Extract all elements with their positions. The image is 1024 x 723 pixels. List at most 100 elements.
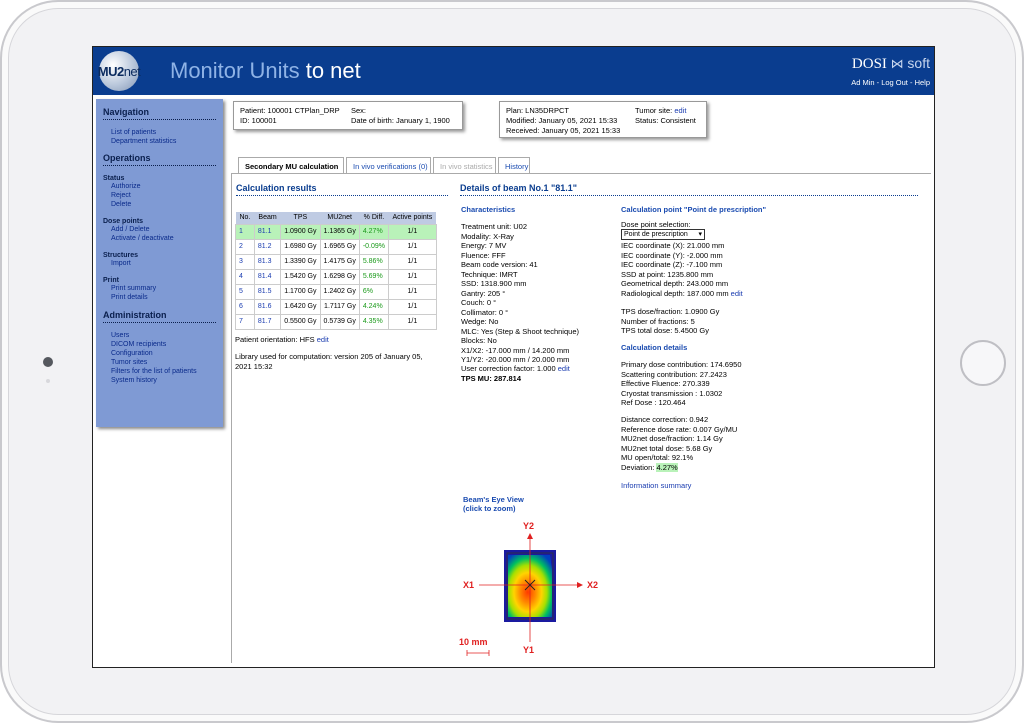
users-link[interactable]: Users [111, 331, 223, 340]
dicom-recipients-link[interactable]: DICOM recipients [111, 340, 223, 349]
col-diff: % Diff. [359, 212, 389, 224]
patient-dob: Date of birth: January 1, 1900 [351, 116, 450, 125]
cell-diff: -0.09% [358, 238, 390, 255]
beams-eye-view[interactable]: Y2 Y1 X1 X2 10 mm [453, 517, 613, 667]
table-row[interactable]: 7 81.7 0.5500 Gy 0.5739 Gy 4.35% 1/1 [235, 313, 437, 330]
table-row[interactable]: 6 81.6 1.6420 Gy 1.7117 Gy 4.24% 1/1 [235, 298, 437, 315]
cell-active: 1/1 [388, 253, 437, 270]
tab-secondary-mu[interactable]: Secondary MU calculation [238, 157, 344, 174]
filters-link[interactable]: Filters for the list of patients [111, 367, 223, 376]
characteristic-item: Blocks: No [461, 336, 497, 345]
department-statistics-link[interactable]: Department statistics [111, 137, 223, 146]
cell-no[interactable]: 2 [235, 238, 255, 255]
tab-history[interactable]: History [498, 157, 530, 174]
tumor-sites-link[interactable]: Tumor sites [111, 358, 223, 367]
cell-no[interactable]: 1 [235, 223, 255, 240]
x1-label: X1 [463, 580, 474, 590]
patient-orientation: Patient orientation: HFS edit [235, 335, 329, 344]
deviation: Deviation: 4.27% [621, 462, 678, 472]
cell-beam[interactable]: 81.7 [253, 313, 282, 330]
cell-beam[interactable]: 81.2 [253, 238, 282, 255]
import-link[interactable]: Import [111, 259, 223, 268]
header-bar: MU2 net Monitor Units to net DOSI ⋈ soft … [93, 47, 934, 95]
administration-heading: Administration [103, 310, 216, 323]
characteristic-item: MLC: Yes (Step & Shoot technique) [461, 326, 579, 336]
calc-detail-item: Scattering contribution: 27.2423 [621, 369, 727, 379]
table-row[interactable]: 4 81.4 1.5420 Gy 1.6298 Gy 5.69% 1/1 [235, 268, 437, 285]
chevron-down-icon: ▾ [698, 231, 702, 238]
col-mu2net: MU2net [320, 212, 360, 224]
fraction-item: Number of fractions: 5 [621, 316, 695, 326]
system-history-link[interactable]: System history [111, 376, 223, 385]
calc-details-lines: Primary dose contribution: 174.6950 Scatt… [621, 360, 742, 408]
reject-link[interactable]: Reject [111, 191, 223, 200]
user-link[interactable]: Ad Min [851, 78, 874, 87]
cell-tps: 1.6980 Gy [280, 238, 321, 255]
x2-label: X2 [587, 580, 598, 590]
cell-tps: 1.3390 Gy [280, 253, 321, 270]
navigation-heading: Navigation [103, 107, 216, 120]
cell-active: 1/1 [388, 238, 437, 255]
configuration-link[interactable]: Configuration [111, 349, 223, 358]
cell-diff: 4.27% [358, 223, 390, 240]
tumor-site-edit-link[interactable]: edit [674, 106, 686, 115]
print-details-link[interactable]: Print details [111, 293, 223, 302]
cell-active: 1/1 [388, 268, 437, 285]
scale-label: 10 mm [459, 637, 488, 647]
cell-beam[interactable]: 81.4 [253, 268, 282, 285]
table-row[interactable]: 5 81.5 1.1700 Gy 1.2402 Gy 6% 1/1 [235, 283, 437, 300]
characteristic-item: Treatment unit: U02 [461, 222, 528, 231]
cell-mu2net: 1.6298 Gy [319, 268, 360, 285]
cell-active: 1/1 [388, 223, 437, 240]
delete-link[interactable]: Delete [111, 200, 223, 209]
x2-arrow-icon [577, 582, 583, 588]
fraction-lines: TPS dose/fraction: 1.0900 Gy Number of fr… [621, 307, 719, 336]
authorize-link[interactable]: Authorize [111, 182, 223, 191]
characteristics-heading: Characteristics [461, 205, 516, 214]
calculation-details-heading: Calculation details [621, 343, 688, 352]
cell-active: 1/1 [388, 298, 437, 315]
characteristic-item: Beam code version: 41 [461, 260, 538, 269]
status-label: Status [103, 175, 125, 182]
calc-details-lines-2: Distance correction: 0.942 Reference dose… [621, 415, 737, 463]
home-button[interactable] [960, 340, 1006, 386]
cell-no[interactable]: 4 [235, 268, 255, 285]
help-link[interactable]: Help [915, 78, 930, 87]
patient-info-box: Patient: 100001 CTPlan_DRP ID: 100001 Se… [233, 101, 463, 130]
list-of-patients-link[interactable]: List of patients [111, 128, 223, 137]
col-beam: Beam [254, 212, 281, 224]
logout-link[interactable]: Log Out [881, 78, 908, 87]
cell-beam[interactable]: 81.6 [253, 298, 282, 315]
plan-info-box: Plan: LN35DRPCT Modified: January 05, 20… [499, 101, 707, 138]
orientation-edit-link[interactable]: edit [317, 335, 329, 344]
sensor-icon [46, 379, 50, 383]
cell-mu2net: 1.2402 Gy [319, 283, 360, 300]
calc-detail-item: MU open/total: 92.1% [621, 453, 694, 462]
radiological-depth-edit-link[interactable]: edit [731, 289, 743, 298]
cell-beam[interactable]: 81.3 [253, 253, 282, 270]
information-summary-link[interactable]: Information summary [621, 481, 691, 491]
cell-beam[interactable]: 81.5 [253, 283, 282, 300]
characteristic-item: Modality: X-Ray [461, 231, 514, 241]
cell-tps: 1.5420 Gy [280, 268, 321, 285]
user-correction-edit-link[interactable]: edit [558, 364, 570, 373]
cell-no[interactable]: 3 [235, 253, 255, 270]
calc-detail-item: Cryostat transmission : 1.0302 [621, 388, 723, 398]
fraction-item: TPS dose/fraction: 1.0900 Gy [621, 307, 720, 316]
table-row[interactable]: 1 81.1 1.0900 Gy 1.1365 Gy 4.27% 1/1 [235, 223, 437, 240]
print-summary-link[interactable]: Print summary [111, 284, 223, 293]
table-row[interactable]: 2 81.2 1.6980 Gy 1.6965 Gy -0.09% 1/1 [235, 238, 437, 255]
activate-deactivate-link[interactable]: Activate / deactivate [111, 234, 223, 243]
patient-sex: Sex: [351, 106, 367, 115]
cell-no[interactable]: 7 [235, 313, 255, 330]
bev-svg: Y2 Y1 X1 X2 10 mm [459, 521, 598, 656]
cell-beam[interactable]: 81.1 [253, 223, 282, 240]
tab-in-vivo-verifications[interactable]: In vivo verifications (0) [346, 157, 431, 174]
table-row[interactable]: 3 81.3 1.3390 Gy 1.4175 Gy 5.86% 1/1 [235, 253, 437, 270]
cell-no[interactable]: 5 [235, 283, 255, 300]
cell-mu2net: 1.7117 Gy [319, 298, 360, 315]
dose-point-select[interactable]: Point de prescription ▾ [621, 229, 705, 240]
calc-detail-item: MU2net dose/fraction: 1.14 Gy [621, 434, 723, 443]
add-delete-link[interactable]: Add / Delete [111, 225, 223, 234]
cell-no[interactable]: 6 [235, 298, 255, 315]
